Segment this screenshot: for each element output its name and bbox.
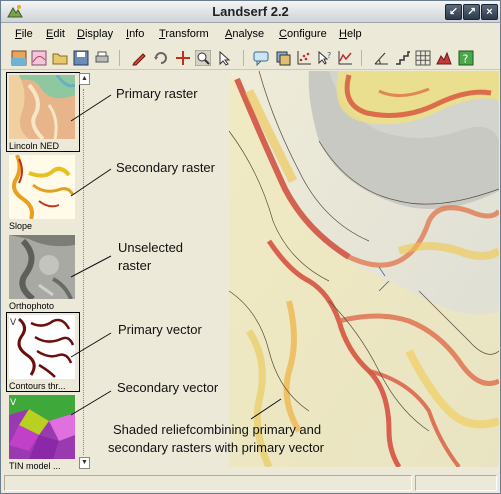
open-icon[interactable]: [52, 50, 68, 66]
print-icon[interactable]: [94, 50, 110, 66]
elevation-thumbnail: [9, 75, 75, 139]
toolbar-separator: [361, 50, 362, 66]
svg-text:?: ?: [327, 51, 331, 60]
cross-tool-icon[interactable]: [175, 50, 191, 66]
annotation-shaded-relief-line1: Shaded reliefcombining primary and: [113, 422, 322, 437]
thumb-label: Orthophoto: [9, 301, 55, 311]
annotation-primary-vector: Primary vector: [118, 322, 202, 337]
help-icon[interactable]: ?: [458, 50, 474, 66]
thumb-label: Lincoln NED: [9, 141, 60, 151]
menu-transform[interactable]: Transform: [159, 28, 209, 40]
comment-icon[interactable]: [253, 50, 269, 66]
minimize-button[interactable]: ↙: [445, 4, 462, 20]
raster-icon[interactable]: [11, 50, 27, 66]
terrain-icon[interactable]: [436, 50, 452, 66]
zoom-icon[interactable]: [195, 50, 211, 66]
toolbar: ? ?: [1, 46, 500, 70]
menu-edit[interactable]: Edit: [46, 28, 65, 40]
query-icon[interactable]: ?: [317, 50, 333, 66]
status-bar: [1, 473, 500, 493]
annotation-unselected-line2: raster: [118, 258, 152, 273]
arrow-cursor-icon[interactable]: [217, 50, 233, 66]
annotation-primary-raster: Primary raster: [116, 86, 198, 101]
toolbar-separator: [119, 50, 120, 66]
thumb-slope[interactable]: Slope: [7, 153, 79, 231]
thumb-contours[interactable]: V Contours thr...: [6, 312, 80, 392]
annotation-shaded-relief-line2: secondary rasters with primary vector: [108, 440, 325, 455]
svg-text:V: V: [10, 318, 17, 328]
menu-help[interactable]: Help: [339, 28, 362, 40]
line-graph-icon[interactable]: [337, 50, 353, 66]
angle-icon[interactable]: [373, 50, 389, 66]
layers-icon[interactable]: [275, 50, 291, 66]
scroll-up-button[interactable]: ▲: [79, 73, 90, 85]
window-title: Landserf 2.2: [212, 4, 289, 19]
toolbar-separator: [243, 50, 244, 66]
annotation-secondary-raster: Secondary raster: [116, 160, 215, 175]
orthophoto-thumbnail: [9, 235, 75, 299]
slope-thumbnail: [9, 155, 75, 219]
scroll-down-button[interactable]: ▼: [79, 457, 90, 469]
thumb-tin-model[interactable]: V TIN model ...: [7, 393, 79, 471]
svg-text:?: ?: [463, 53, 469, 66]
edit-pencil-icon[interactable]: [131, 50, 147, 66]
menu-bar: File Edit Display Info Transform Analyse…: [1, 24, 500, 46]
tin-model-thumbnail: V: [9, 395, 75, 459]
thumb-label: Slope: [9, 221, 33, 231]
thumb-label: TIN model ...: [9, 461, 61, 471]
annotation-unselected-line1: Unselected: [118, 240, 184, 255]
scroll-track[interactable]: [83, 89, 86, 455]
status-message-cell: [4, 475, 412, 491]
menu-configure[interactable]: Configure: [279, 28, 327, 40]
landserf-window: Landserf 2.2 ↙ ↗ × File Edit Display Inf…: [0, 0, 501, 494]
menu-display[interactable]: Display: [77, 28, 113, 40]
thumb-orthophoto[interactable]: Orthophoto: [7, 233, 79, 311]
menu-file[interactable]: File: [15, 28, 33, 40]
grid-icon[interactable]: [415, 50, 431, 66]
contours-thumbnail: V: [9, 315, 75, 379]
annotation-secondary-vector: Secondary vector: [117, 380, 219, 395]
menu-analyse[interactable]: Analyse: [225, 28, 264, 40]
thumb-label: Contours thr...: [9, 381, 66, 391]
status-coordinate-cell: [415, 475, 497, 491]
steps-icon[interactable]: [395, 50, 411, 66]
thumbnail-scrollbar[interactable]: ▲ ▼: [79, 73, 90, 469]
shaded-relief-map[interactable]: [229, 71, 499, 467]
title-bar: Landserf 2.2 ↙ ↗ ×: [1, 1, 500, 23]
layer-thumbnail-panel: Lincoln NED Slope Orthophoto V Contours …: [4, 71, 80, 471]
menu-info[interactable]: Info: [126, 28, 144, 40]
scatter-plot-icon[interactable]: [296, 50, 312, 66]
rotate-icon[interactable]: [153, 50, 169, 66]
close-button[interactable]: ×: [481, 4, 498, 20]
maximize-button[interactable]: ↗: [463, 4, 480, 20]
thumb-lincoln-ned[interactable]: Lincoln NED: [6, 72, 80, 152]
save-icon[interactable]: [73, 50, 89, 66]
svg-text:V: V: [10, 398, 17, 408]
vector-icon[interactable]: [31, 50, 47, 66]
